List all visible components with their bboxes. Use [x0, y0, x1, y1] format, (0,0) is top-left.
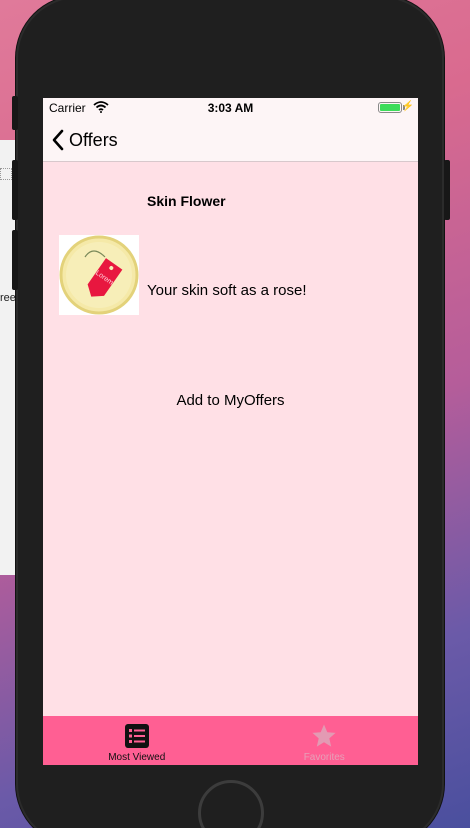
- volume-down-button: [12, 230, 18, 290]
- tab-bar: Most Viewed Favorites: [43, 716, 418, 765]
- tab-label: Favorites: [303, 752, 345, 763]
- star-icon: [312, 724, 336, 747]
- navigation-bar: Offers: [43, 118, 418, 162]
- back-label: Offers: [69, 129, 118, 150]
- status-bar: Carrier 3:03 AM ⚡: [43, 98, 418, 118]
- tab-favorites[interactable]: Favorites: [231, 716, 419, 765]
- battery-icon: [378, 102, 402, 113]
- mute-switch: [12, 96, 18, 130]
- price-tag-icon: Lorem: [59, 235, 139, 315]
- tab-label: Most Viewed: [108, 752, 166, 763]
- app-screen: Carrier 3:03 AM ⚡ Offers Skin Flower Lor…: [43, 98, 418, 765]
- power-button: [444, 160, 450, 220]
- add-to-myoffers-button[interactable]: Add to MyOffers: [43, 392, 418, 409]
- offer-image: Lorem: [59, 235, 139, 315]
- charging-icon: ⚡: [401, 101, 414, 112]
- list-icon: [124, 724, 149, 748]
- tab-most-viewed[interactable]: Most Viewed: [43, 716, 231, 765]
- offer-detail: Skin Flower Lorem Your skin soft as a ro…: [43, 162, 418, 716]
- volume-up-button: [12, 160, 18, 220]
- status-time: 3:03 AM: [207, 101, 254, 115]
- offer-description: Your skin soft as a rose!: [147, 282, 307, 299]
- background-window-text: ree: [0, 292, 16, 304]
- back-button[interactable]: Offers: [51, 128, 118, 152]
- toolbar-icon: [0, 168, 12, 180]
- offer-title: Skin Flower: [147, 193, 226, 209]
- chevron-left-icon: [52, 129, 64, 151]
